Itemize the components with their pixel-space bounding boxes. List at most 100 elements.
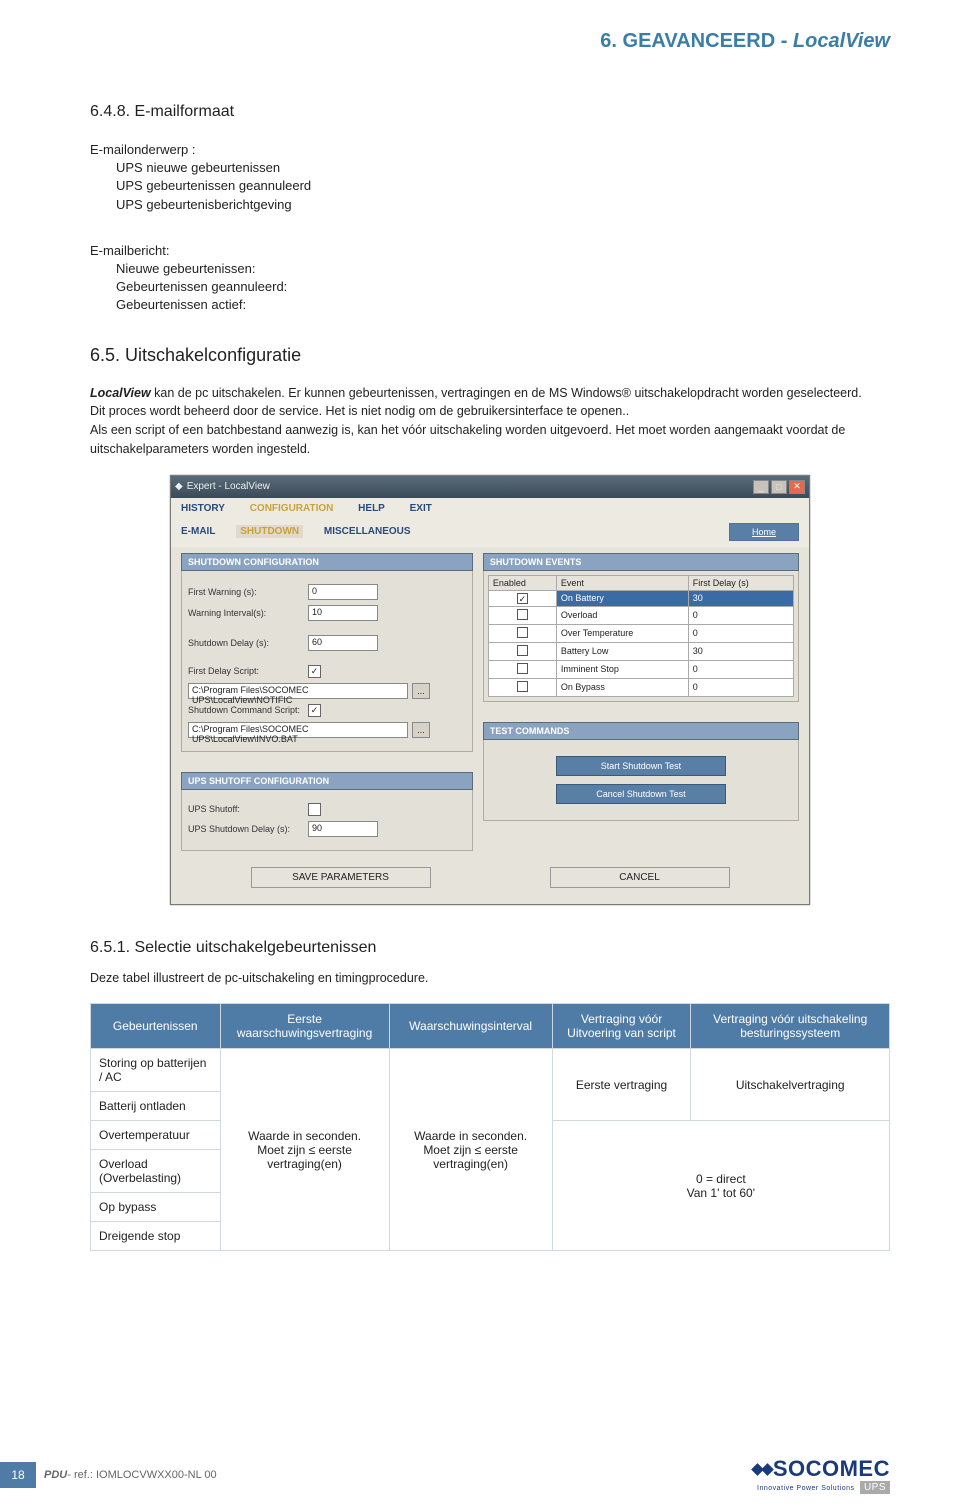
c4a-cell: Eerste vertraging [552,1049,691,1121]
submenu-misc[interactable]: MISCELLANEOUS [324,526,411,537]
window-title: Expert - LocalView [187,481,270,492]
shutdown-cmd-script-label: Shutdown Command Script: [188,705,308,715]
app-icon: ◆ [175,481,183,492]
home-button[interactable]: Home [729,523,799,541]
section-65-para: LocalView kan de pc uitschakelen. Er kun… [90,384,890,459]
brand-name: SOCOMEC [773,1456,890,1481]
warning-interval-label: Warning Interval(s): [188,608,308,618]
event-name[interactable]: Battery Low [556,642,688,660]
first-delay-script-path[interactable]: C:\Program Files\SOCOMEC UPS\LocalView\N… [188,683,408,699]
close-button[interactable]: ✕ [789,480,805,494]
shutdown-cmd-script-path[interactable]: C:\Program Files\SOCOMEC UPS\LocalView\I… [188,722,408,738]
event-name[interactable]: Over Temperature [556,624,688,642]
section-65-title: 6.5. Uitschakelconfiguratie [90,345,890,366]
submenu-shutdown[interactable]: SHUTDOWN [236,525,303,538]
footer-pdu: PDU [44,1469,67,1481]
col-enabled: Enabled [488,575,556,590]
app-window: ◆ Expert - LocalView _ □ ✕ HISTORY CONFI… [170,475,810,905]
event-cell: Dreigende stop [91,1222,221,1251]
subj-item: UPS nieuwe gebeurtenissen [116,159,890,177]
event-delay[interactable]: 0 [688,660,793,678]
th-warning-interval: Waarschuwingsinterval [389,1004,552,1049]
event-delay[interactable]: 0 [688,678,793,696]
chapter-heading: 6. GEAVANCEERD - LocalView [90,0,890,103]
section-651-intro: Deze tabel illustreert de pc-uitschakeli… [90,969,890,988]
event-checkbox[interactable] [517,627,528,638]
event-name[interactable]: On Bypass [556,678,688,696]
footer-ref: - ref.: IOMLOCVWXX00-NL 00 [67,1469,216,1481]
event-delay[interactable]: 0 [688,606,793,624]
msg-item: Gebeurtenissen actief: [116,296,890,314]
browse-button[interactable]: ... [412,683,430,699]
event-cell: Batterij ontladen [91,1092,221,1121]
subj-item: UPS gebeurtenissen geannuleerd [116,177,890,195]
event-name[interactable]: On Battery [556,590,688,606]
panel-ups-shutoff: UPS SHUTOFF CONFIGURATION [181,772,473,790]
table-row: Imminent Stop0 [488,660,793,678]
ups-shutdown-delay-input[interactable]: 90 [308,821,378,837]
submenubar: E-MAIL SHUTDOWN MISCELLANEOUS Home [171,519,809,547]
panel-shutdown-events: SHUTDOWN EVENTS [483,553,799,571]
event-delay[interactable]: 0 [688,624,793,642]
page-footer: 18 PDU - ref.: IOMLOCVWXX00-NL 00 SOCOME… [0,1456,960,1493]
submenu-email[interactable]: E-MAIL [181,526,215,537]
event-checkbox[interactable] [517,609,528,620]
menu-history[interactable]: HISTORY [181,503,225,514]
event-name[interactable]: Imminent Stop [556,660,688,678]
event-checkbox[interactable] [517,681,528,692]
chapter-title: GEAVANCEERD - [623,30,793,52]
table-row: Over Temperature0 [488,624,793,642]
timing-table: Gebeurtenissen Eerste waarschuwingsvertr… [90,1003,890,1251]
shutdown-delay-input[interactable]: 60 [308,635,378,651]
event-cell: Overtemperatuur [91,1121,221,1150]
brand-ups: UPS [860,1481,890,1494]
event-checkbox[interactable] [517,645,528,656]
ups-shutoff-label: UPS Shutoff: [188,804,308,814]
subj-item: UPS gebeurtenisberichtgeving [116,196,890,214]
shutdown-delay-label: Shutdown Delay (s): [188,638,308,648]
section-65-text: kan de pc uitschakelen. Er kunnen gebeur… [90,386,862,456]
first-delay-script-label: First Delay Script: [188,666,308,676]
c2-cell: Waarde in seconden. Moet zijn ≤ eerste v… [220,1049,389,1251]
first-delay-script-checkbox[interactable]: ✓ [308,665,321,678]
th-first-warning: Eerste waarschuwingsvertraging [220,1004,389,1049]
event-checkbox[interactable] [517,663,528,674]
ups-shutoff-checkbox[interactable] [308,803,321,816]
event-name[interactable]: Overload [556,606,688,624]
localview-lead: LocalView [90,386,151,400]
titlebar: ◆ Expert - LocalView _ □ ✕ [171,476,809,498]
shutdown-cmd-script-checkbox[interactable]: ✓ [308,704,321,717]
event-delay[interactable]: 30 [688,642,793,660]
c5a-cell: Uitschakelvertraging [691,1049,890,1121]
logo-icon [761,1463,774,1476]
save-parameters-button[interactable]: SAVE PARAMETERS [251,867,431,888]
brand-logo: SOCOMEC Innovative Power Solutions UPS [753,1456,890,1493]
event-delay[interactable]: 30 [688,590,793,606]
c4b-cell: 0 = direct Van 1' tot 60' [552,1121,889,1251]
browse-button[interactable]: ... [412,722,430,738]
menu-exit[interactable]: EXIT [410,503,432,514]
c3-cell: Waarde in seconden. Moet zijn ≤ eerste v… [389,1049,552,1251]
events-table: Enabled Event First Delay (s) ✓On Batter… [488,575,794,697]
minimize-button[interactable]: _ [753,480,769,494]
table-row: ✓ On Battery30 [488,590,793,606]
warning-interval-input[interactable]: 10 [308,605,378,621]
th-script-delay: Vertraging vóór Uitvoering van script [552,1004,691,1049]
email-subject-block: E-mailonderwerp : UPS nieuwe gebeurtenis… [90,141,890,214]
ups-shutdown-delay-label: UPS Shutdown Delay (s): [188,824,308,834]
brand-tagline: Innovative Power Solutions [757,1485,854,1492]
menu-configuration[interactable]: CONFIGURATION [250,503,334,514]
panel-shutdown-config: SHUTDOWN CONFIGURATION [181,553,473,571]
email-subject-label: E-mailonderwerp : [90,141,890,159]
first-warning-label: First Warning (s): [188,587,308,597]
table-row: On Bypass0 [488,678,793,696]
table-row: Overload0 [488,606,793,624]
menu-help[interactable]: HELP [358,503,385,514]
cancel-button[interactable]: CANCEL [550,867,730,888]
start-shutdown-test-button[interactable]: Start Shutdown Test [556,756,726,776]
maximize-button[interactable]: □ [771,480,787,494]
cancel-shutdown-test-button[interactable]: Cancel Shutdown Test [556,784,726,804]
event-checkbox[interactable]: ✓ [517,593,528,604]
first-warning-input[interactable]: 0 [308,584,378,600]
event-cell: Overload (Overbelasting) [91,1150,221,1193]
